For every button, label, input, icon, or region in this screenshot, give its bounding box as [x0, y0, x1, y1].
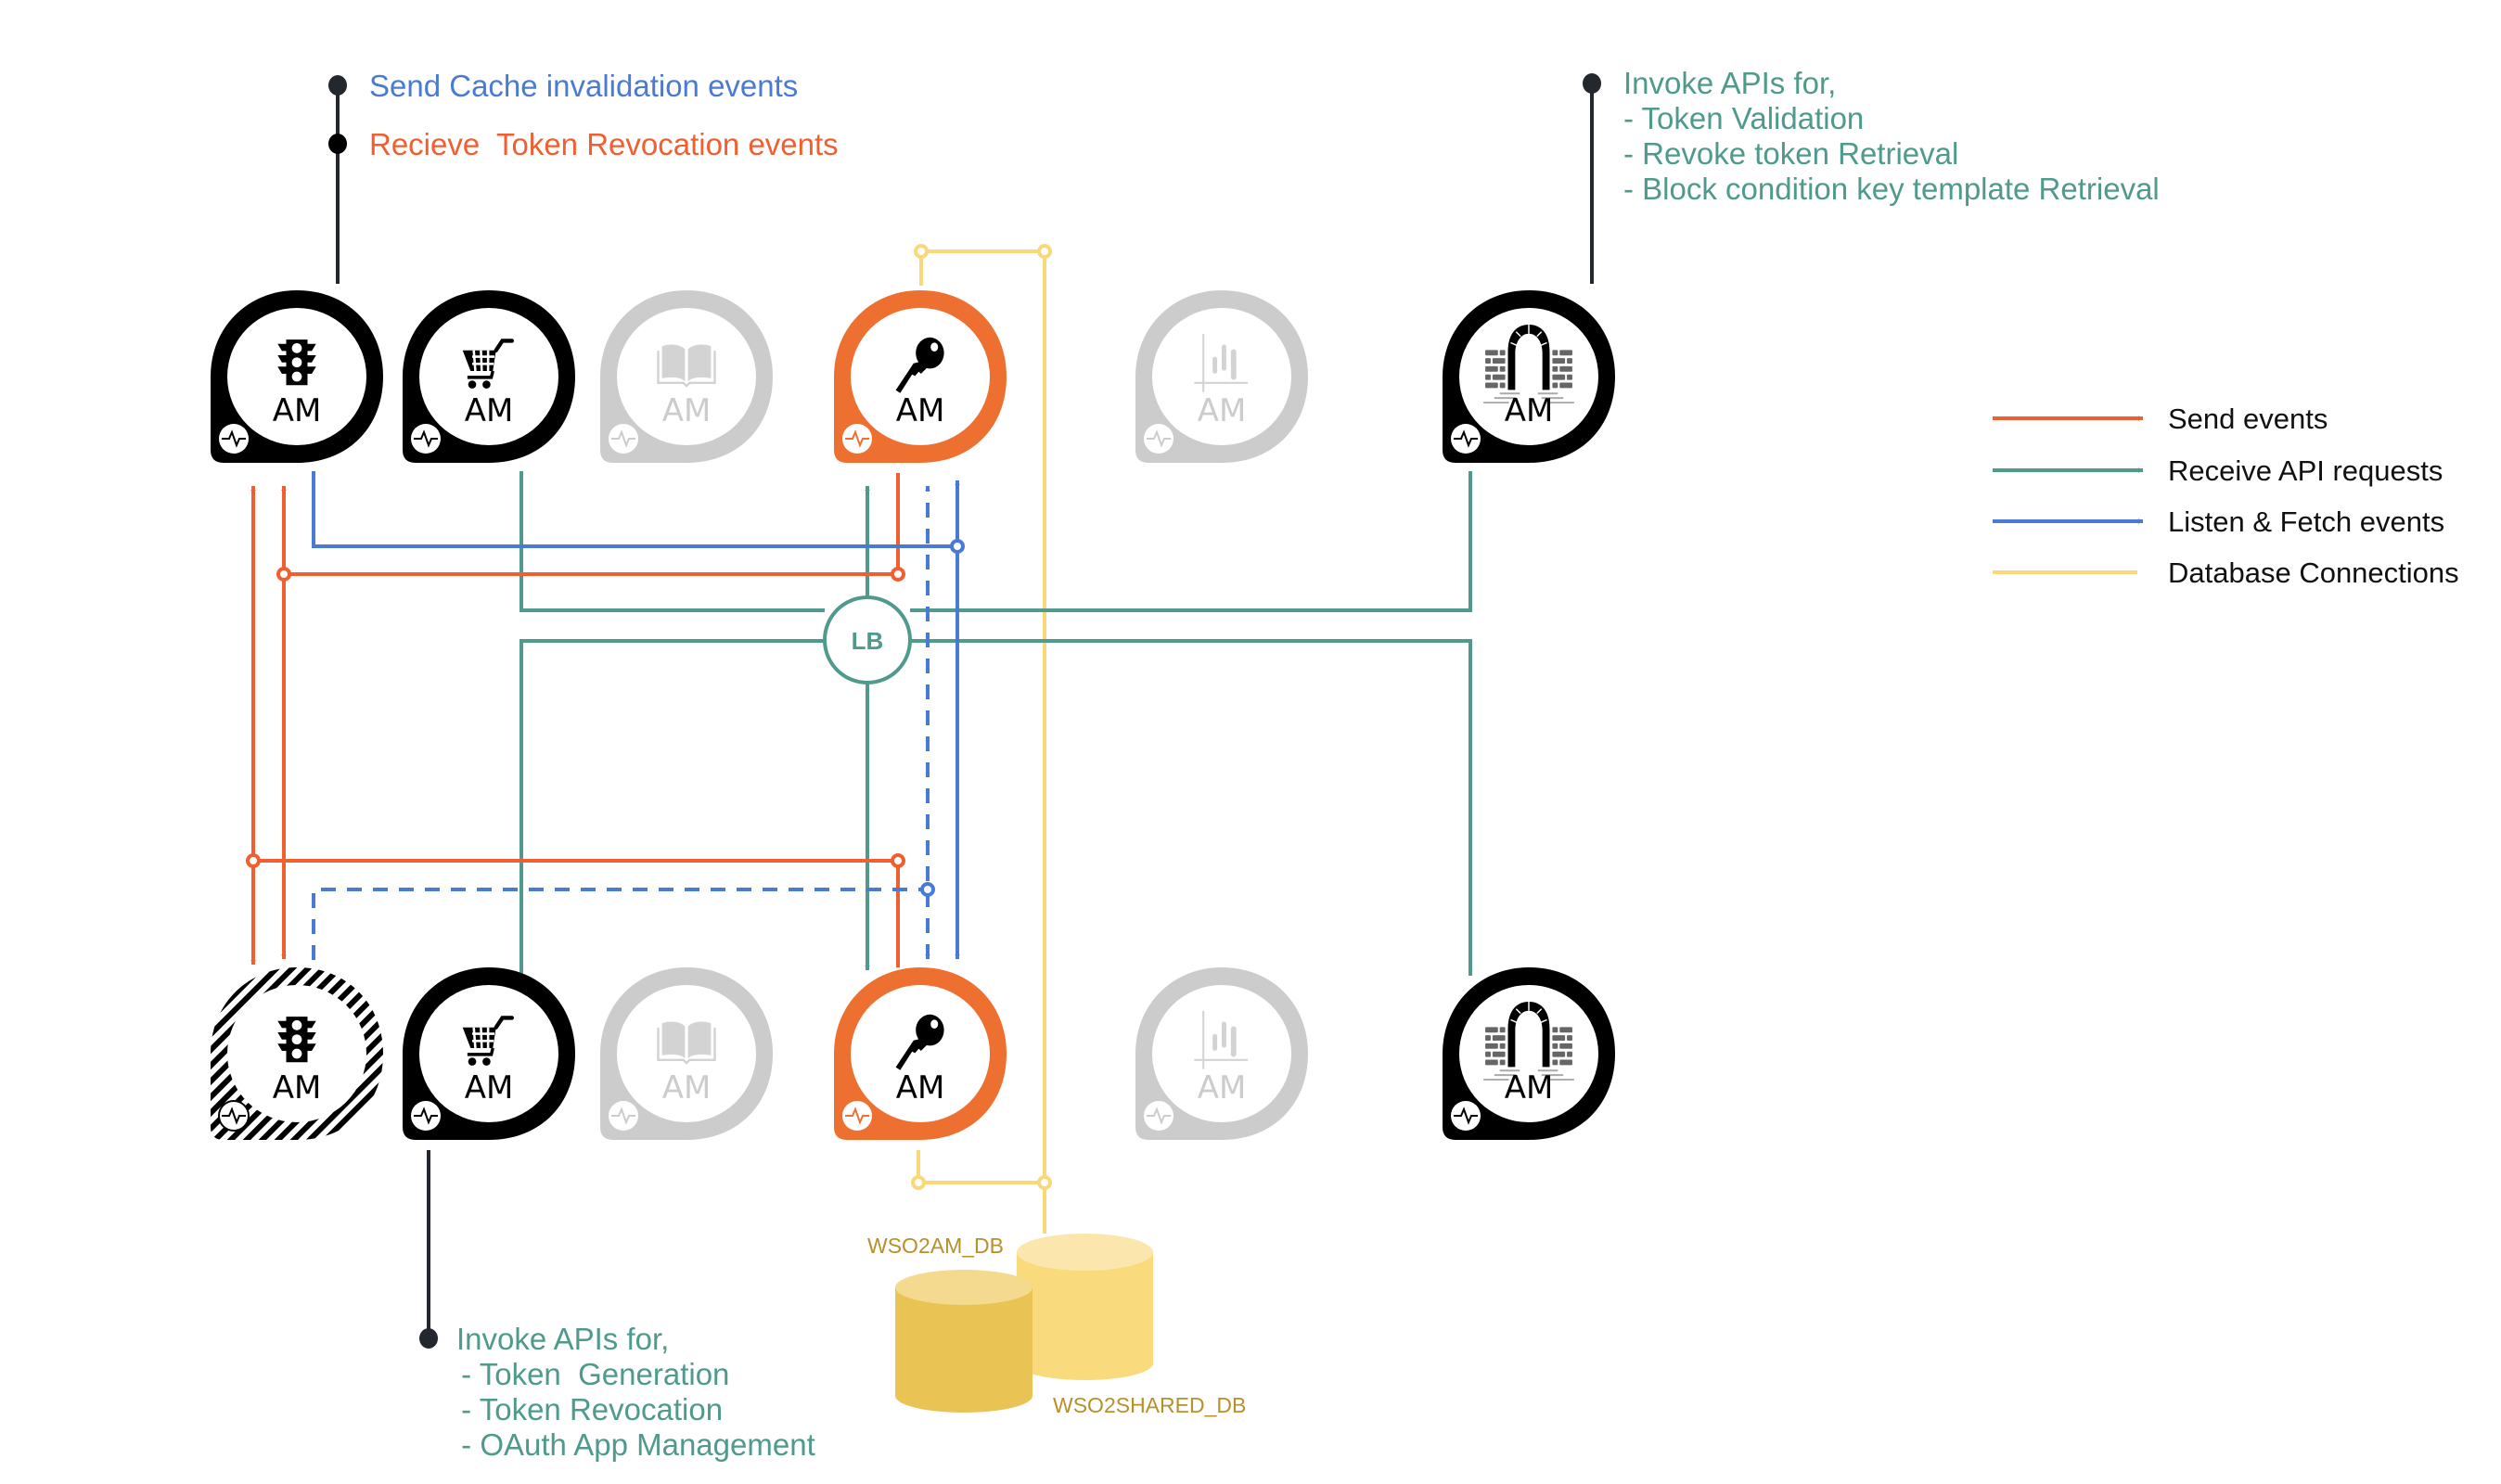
node-label: AM	[1505, 1069, 1554, 1107]
annotation-line: - Revoke token Retrieval	[1623, 136, 1958, 171]
node-key-manager-2[interactable]: AM	[834, 967, 1007, 1140]
db-connection-bottom	[917, 1150, 1045, 1184]
connection-keymanager2-tm	[253, 859, 900, 967]
db-label-wso2am: WSO2AM_DB	[867, 1234, 1004, 1258]
node-traffic-manager-2[interactable]: AM	[211, 967, 383, 1140]
annotation-top-left: Send Cache invalidation events Recieve T…	[328, 69, 839, 284]
annotation-line: Invoke APIs for,	[456, 1322, 669, 1356]
node-publisher-2[interactable]: AM	[600, 967, 773, 1140]
junction-node	[246, 853, 261, 868]
node-analytics-2[interactable]: AM	[1135, 967, 1308, 1140]
legend-item-receive-api: Receive API requests	[1993, 454, 2443, 487]
load-balancer-label: LB	[852, 627, 884, 655]
annotation-bottom-left: Invoke APIs for, - Token Generation - To…	[419, 1150, 815, 1462]
annotation-line: - OAuth App Management	[453, 1427, 815, 1462]
junction-node	[891, 853, 905, 868]
annotation-dot	[328, 75, 347, 96]
node-gateway-2[interactable]: AM	[1443, 967, 1615, 1140]
junction-node	[911, 1175, 926, 1190]
connection-devportal2-lb	[519, 639, 825, 976]
node-publisher-1[interactable]: AM	[600, 290, 773, 463]
database-wso2shared-db[interactable]	[1017, 1234, 1153, 1380]
junction-node	[276, 567, 291, 582]
legend: Send events Receive API requests Listen …	[1993, 403, 2459, 589]
heartbeat-icon	[411, 424, 441, 454]
db-cylinder-body	[895, 1287, 1032, 1413]
node-label: AM	[896, 1069, 945, 1107]
junction-node	[914, 244, 929, 259]
legend-label: Listen & Fetch events	[2168, 505, 2444, 538]
junction-node	[950, 539, 965, 554]
node-key-manager-1[interactable]: AM	[834, 290, 1007, 463]
legend-label: Receive API requests	[2168, 454, 2443, 487]
node-label: AM	[662, 392, 712, 429]
node-label: AM	[1198, 1069, 1247, 1107]
node-label: AM	[465, 392, 514, 429]
heartbeat-icon	[411, 1101, 441, 1131]
nodes-layer: AM AM AM AM AM AM AM AM AM AM AM AM	[211, 290, 1615, 1140]
connection-gateway2-lb	[910, 639, 1472, 976]
node-label: AM	[896, 392, 945, 429]
connection-devportal1-lb	[519, 471, 825, 612]
node-analytics-1[interactable]: AM	[1135, 290, 1308, 463]
connection-tm1-listen	[312, 471, 957, 548]
junction-node	[1037, 1175, 1052, 1190]
legend-item-listen-fetch: Listen & Fetch events	[1993, 505, 2444, 538]
junction-node	[1037, 244, 1052, 259]
db-cylinder-top	[895, 1270, 1032, 1305]
connection-keymanager1-tm	[284, 473, 900, 576]
node-devportal-1[interactable]: AM	[403, 290, 575, 463]
node-label: AM	[662, 1069, 712, 1107]
node-traffic-manager-1[interactable]: AM	[211, 290, 383, 463]
heartbeat-icon	[1451, 424, 1481, 454]
annotation-dot	[419, 1328, 438, 1349]
annotation-dot	[1583, 73, 1601, 94]
load-balancer[interactable]: LB	[823, 595, 912, 684]
annotation-top-right: Invoke APIs for, - Token Validation - Re…	[1583, 66, 2160, 284]
node-devportal-2[interactable]: AM	[403, 967, 575, 1140]
deployment-diagram: Send Cache invalidation events Recieve T…	[211, 66, 2459, 1462]
annotation-dot	[328, 134, 347, 154]
heartbeat-icon	[1144, 1101, 1174, 1131]
legend-label: Send events	[2168, 403, 2328, 435]
heartbeat-icon	[1451, 1101, 1481, 1131]
heartbeat-icon	[1144, 424, 1174, 454]
heartbeat-icon	[219, 424, 249, 454]
connection-gateway1-lb	[910, 471, 1472, 612]
junction-node	[891, 567, 905, 582]
annotation-cache-invalidation: Send Cache invalidation events	[369, 69, 798, 103]
heartbeat-icon	[218, 1100, 250, 1132]
annotation-line: - Token Revocation	[453, 1392, 723, 1426]
database-wso2am-db[interactable]	[895, 1270, 1032, 1413]
legend-label: Database Connections	[2168, 556, 2459, 589]
annotation-line: - Block condition key template Retrieval	[1623, 172, 2160, 206]
heartbeat-icon	[609, 424, 638, 454]
node-label: AM	[1198, 392, 1247, 429]
db-cylinder-body	[1017, 1252, 1153, 1380]
annotation-line: Invoke APIs for,	[1623, 66, 1836, 100]
node-label: AM	[273, 392, 322, 429]
node-label: AM	[465, 1069, 514, 1107]
heartbeat-icon	[842, 424, 872, 454]
legend-item-send-events: Send events	[1993, 403, 2328, 435]
legend-item-database: Database Connections	[1993, 556, 2459, 589]
node-label: AM	[273, 1069, 322, 1107]
heartbeat-icon	[609, 1101, 638, 1131]
node-label: AM	[1505, 392, 1554, 429]
connection-tm2-listen-dashed	[312, 888, 928, 960]
annotation-token-revocation: Recieve Token Revocation events	[369, 127, 839, 161]
node-gateway-1[interactable]: AM	[1443, 290, 1615, 463]
annotation-line: - Token Validation	[1623, 101, 1864, 135]
annotation-line: - Token Generation	[453, 1357, 729, 1391]
db-label-wso2shared: WSO2SHARED_DB	[1053, 1393, 1246, 1417]
junction-node	[920, 882, 935, 897]
heartbeat-icon	[842, 1101, 872, 1131]
db-cylinder-top	[1017, 1234, 1153, 1271]
